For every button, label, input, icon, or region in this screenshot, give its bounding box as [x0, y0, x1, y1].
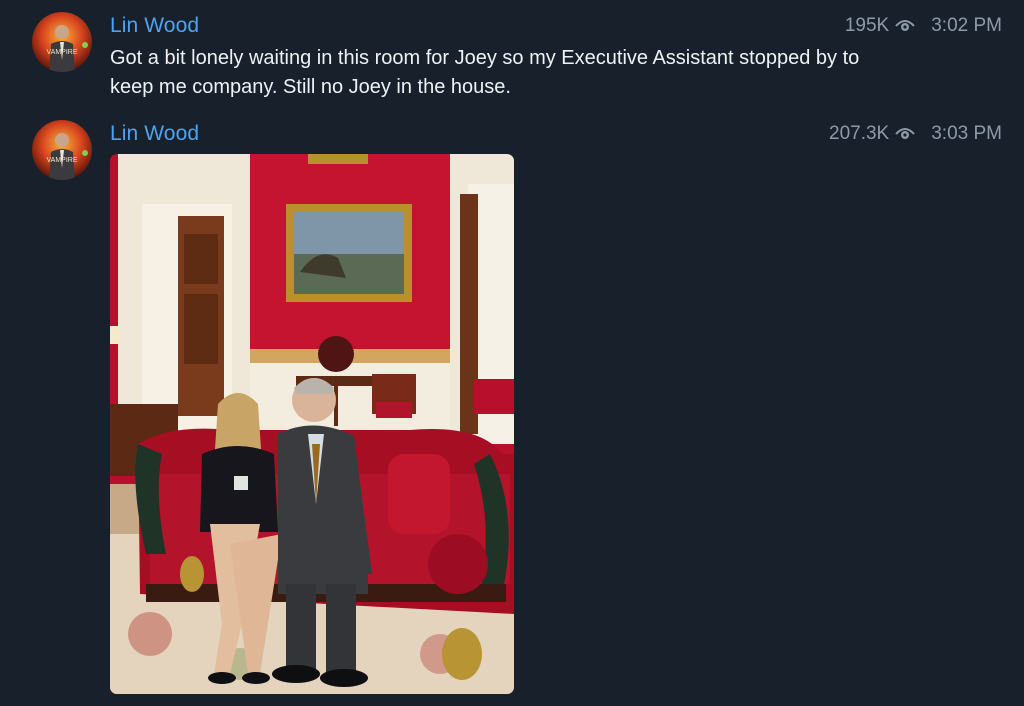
author-name[interactable]: Lin Wood [110, 122, 199, 146]
eye-icon [895, 18, 915, 34]
svg-text:VAMPIRE: VAMPIRE [47, 157, 78, 164]
message-time: 3:02 PM [931, 15, 1002, 36]
message-meta: 207.3K 3:03 PM [829, 123, 1002, 145]
view-count: 195K [844, 15, 890, 36]
message-meta: 195K 3:02 PM [845, 15, 1002, 37]
author-avatar[interactable]: VAMPIRE [32, 120, 92, 180]
message-photo[interactable] [110, 154, 514, 694]
author-name[interactable]: Lin Wood [110, 14, 199, 38]
message-text: Got a bit lonely waiting in this room fo… [110, 47, 860, 98]
message-time: 3:03 PM [931, 123, 1002, 144]
message-1: VAMPIRE Lin Wood 195K 3:02 PM Got a bit … [0, 0, 1024, 110]
author-avatar[interactable]: VAMPIRE [32, 12, 92, 72]
svg-text:VAMPIRE: VAMPIRE [47, 49, 78, 56]
eye-icon [895, 126, 915, 142]
view-count: 207.3K [829, 123, 890, 144]
